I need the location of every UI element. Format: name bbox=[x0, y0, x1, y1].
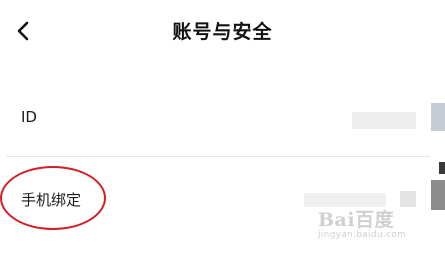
redacted-phone-value bbox=[304, 193, 386, 207]
redacted-phone-extra bbox=[400, 191, 416, 207]
row-label-id: ID bbox=[21, 108, 37, 126]
header: 账号与安全 bbox=[0, 0, 445, 66]
edge-fragment bbox=[431, 103, 445, 131]
watermark-url: jingyan.baidu.com bbox=[318, 230, 407, 240]
divider bbox=[6, 156, 430, 157]
row-label-phone-binding: 手机绑定 bbox=[21, 191, 82, 209]
edge-fragment bbox=[431, 180, 445, 210]
page-title: 账号与安全 bbox=[172, 21, 273, 43]
redacted-id-value bbox=[352, 112, 416, 129]
account-security-screen: 账号与安全 ID 手机绑定 Bai百度 jingyan.baidu.com bbox=[0, 0, 445, 254]
edge-fragment bbox=[439, 162, 445, 174]
